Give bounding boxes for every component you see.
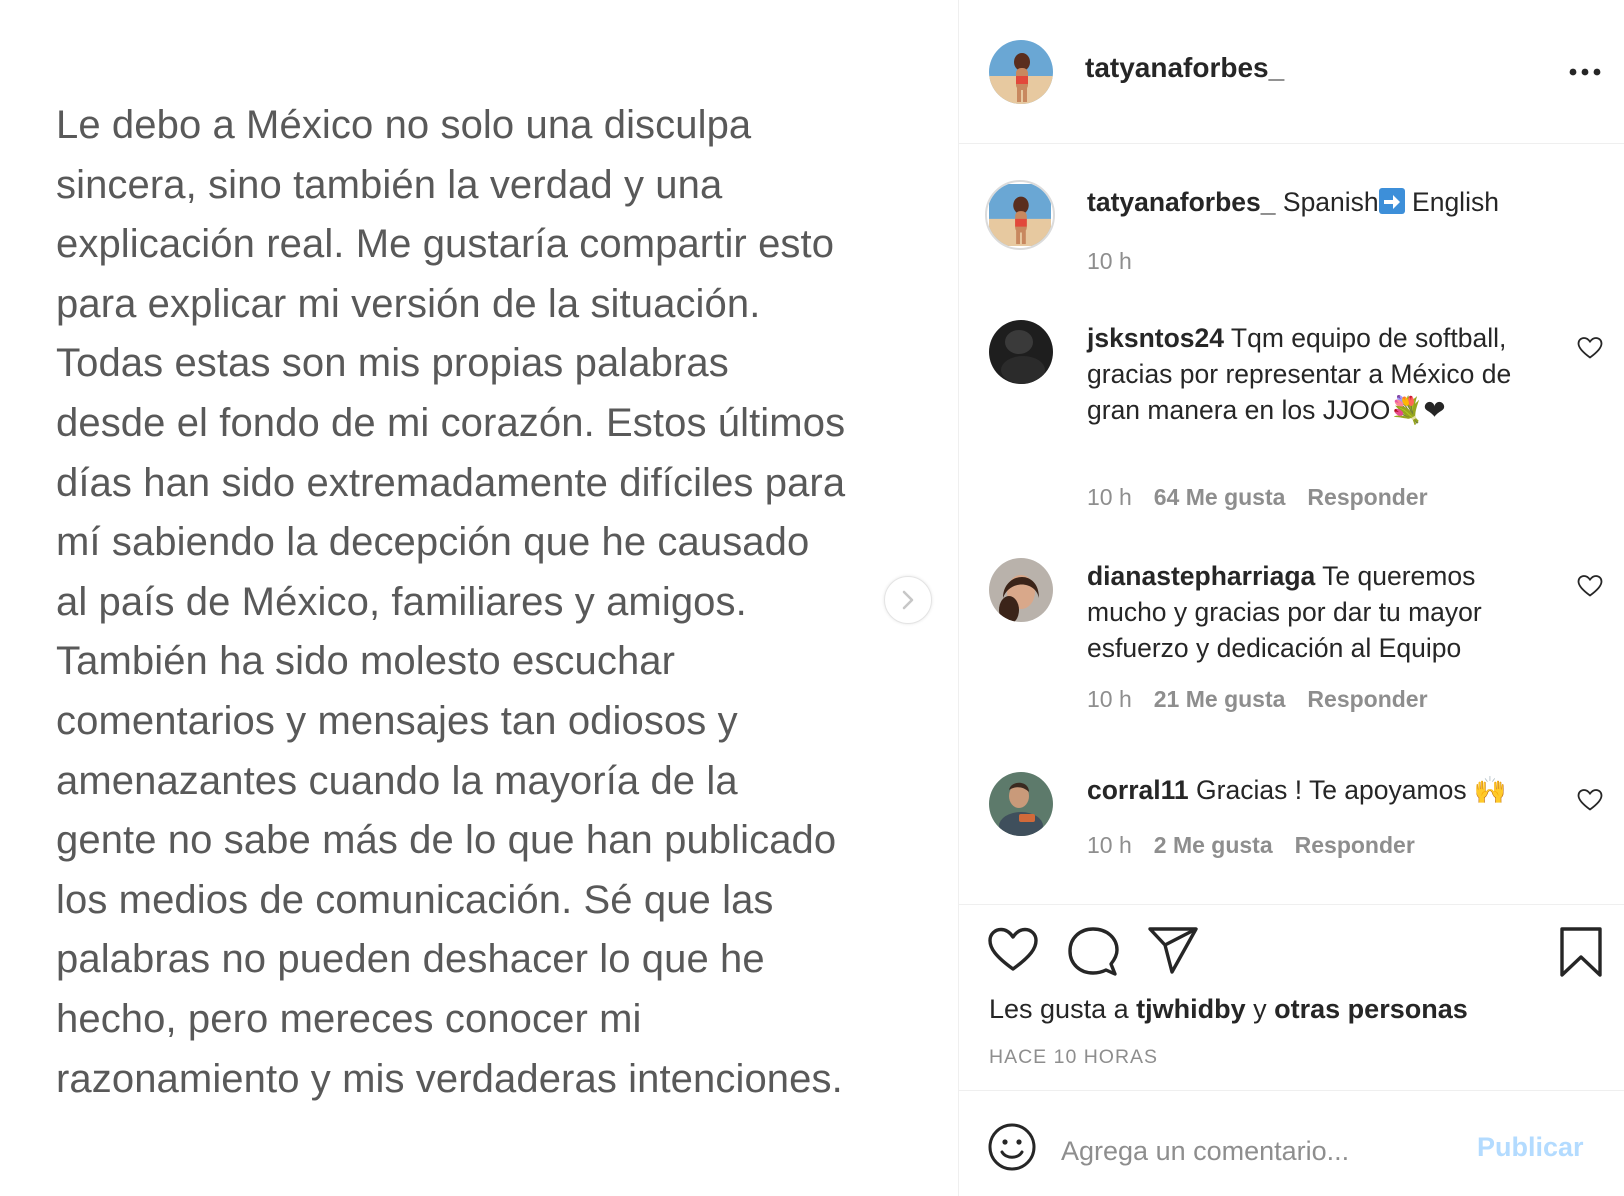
- post-text-line: Todas estas son mis propias palabras: [56, 341, 729, 386]
- comment-username[interactable]: corral11: [1087, 775, 1189, 805]
- comment-item: dianastepharriaga Te queremos mucho y gr…: [959, 558, 1624, 728]
- heart-icon: [1577, 337, 1603, 359]
- save-button[interactable]: [1559, 926, 1603, 983]
- liked-by-others[interactable]: otras personas: [1274, 994, 1468, 1024]
- post-text-line: gente no sabe más de lo que han publicad…: [56, 818, 837, 863]
- comment-username[interactable]: dianastepharriaga: [1087, 561, 1315, 591]
- comments-list[interactable]: tatyanaforbes_ Spanish English 10 h jsks…: [959, 144, 1624, 904]
- actions-divider: [959, 904, 1624, 905]
- post-text-line: También ha sido molesto escuchar: [56, 639, 676, 684]
- likes-joiner: y: [1253, 994, 1267, 1024]
- caption-meta: 10 h: [1087, 248, 1154, 275]
- caption-username[interactable]: tatyanaforbes_: [1087, 187, 1276, 217]
- post-side-panel: tatyanaforbes_ tatyanaforbes_ Spanish En…: [959, 0, 1624, 1196]
- comment-like-button[interactable]: [1577, 336, 1603, 365]
- comment-bubble-icon: [1068, 927, 1119, 976]
- comment-body: Gracias ! Te apoyamos 🙌: [1196, 775, 1507, 805]
- send-icon: [1148, 927, 1198, 974]
- more-horizontal-icon: [1569, 68, 1601, 76]
- liked-by-user[interactable]: tjwhidby: [1136, 994, 1246, 1024]
- caption-time[interactable]: 10 h: [1087, 248, 1132, 274]
- reply-button[interactable]: Responder: [1307, 686, 1427, 712]
- avatar[interactable]: [989, 40, 1053, 104]
- post-timestamp[interactable]: HACE 10 HORAS: [989, 1046, 1158, 1069]
- chevron-right-icon: [902, 590, 914, 610]
- comment-input[interactable]: [1059, 1126, 1423, 1176]
- comment-text: jsksntos24 Tqm equipo de softball, graci…: [1087, 320, 1547, 428]
- post-text-line: desde el fondo de mi corazón. Estos últi…: [56, 400, 846, 445]
- post-text-line: palabras no pueden deshacer lo que he: [56, 937, 765, 982]
- comment-time[interactable]: 10 h: [1087, 484, 1132, 510]
- emoji-button[interactable]: [987, 1122, 1037, 1177]
- post-text-line: amenazantes cuando la mayoría de la: [56, 758, 738, 803]
- caption-text-before: Spanish: [1282, 187, 1379, 217]
- comment-username[interactable]: jsksntos24: [1087, 323, 1224, 353]
- likes-prefix: Les gusta a: [989, 994, 1129, 1024]
- comment-likes[interactable]: 21 Me gusta: [1154, 686, 1286, 712]
- post-text-line: días han sido extremadamente difíciles p…: [56, 460, 846, 505]
- likes-summary: Les gusta a tjwhidby y otras personas: [989, 994, 1468, 1025]
- header-username[interactable]: tatyanaforbes_: [1085, 52, 1284, 84]
- smiley-icon: [988, 1123, 1036, 1171]
- right-arrow-emoji-icon: [1378, 188, 1405, 214]
- comment-meta: 10 h 2 Me gusta Responder: [1087, 832, 1437, 859]
- caption-text-after: English: [1412, 187, 1499, 217]
- comment-likes[interactable]: 2 Me gusta: [1154, 832, 1273, 858]
- comment-like-button[interactable]: [1577, 574, 1603, 603]
- next-image-button[interactable]: [884, 576, 932, 624]
- post-text-line: mí sabiendo la decepción que he causado: [56, 520, 810, 565]
- heart-icon: [988, 927, 1038, 971]
- caption: tatyanaforbes_ Spanish English 10 h: [959, 180, 1624, 290]
- post-text-line: Le debo a México no solo una disculpa: [56, 103, 752, 147]
- like-button[interactable]: [987, 926, 1039, 979]
- comment-item: corral11 Gracias ! Te apoyamos 🙌 10 h 2 M…: [959, 772, 1624, 882]
- avatar[interactable]: [989, 772, 1053, 836]
- post-text-line: sincera, sino también la verdad y una: [56, 162, 723, 207]
- reply-button[interactable]: Responder: [1307, 484, 1427, 510]
- post-text-line: los medios de comunicación. Sé que las: [56, 877, 774, 922]
- post-text: Le debo a México no solo una disculpa sin…: [56, 96, 916, 1109]
- caption-text: tatyanaforbes_ Spanish English: [1087, 184, 1607, 220]
- more-options-button[interactable]: [1559, 56, 1611, 88]
- bookmark-icon: [1560, 927, 1602, 977]
- post-text-line: al país de México, familiares y amigos.: [56, 579, 747, 624]
- post-text-line: para explicar mi versión de la situación…: [56, 281, 761, 326]
- avatar[interactable]: [985, 180, 1055, 250]
- comment-text: corral11 Gracias ! Te apoyamos 🙌: [1087, 772, 1557, 808]
- comment-time[interactable]: 10 h: [1087, 832, 1132, 858]
- comment-like-button[interactable]: [1577, 788, 1603, 817]
- comment-time[interactable]: 10 h: [1087, 686, 1132, 712]
- post-header: tatyanaforbes_: [959, 0, 1624, 144]
- share-button[interactable]: [1147, 926, 1199, 981]
- publish-button[interactable]: Publicar: [1477, 1132, 1584, 1163]
- add-comment-divider: [959, 1090, 1624, 1091]
- avatar[interactable]: [989, 320, 1053, 384]
- comment-item: jsksntos24 Tqm equipo de softball, graci…: [959, 320, 1624, 530]
- comment-likes[interactable]: 64 Me gusta: [1154, 484, 1286, 510]
- post-image: Le debo a México no solo una disculpa sin…: [0, 0, 958, 1196]
- comment-button[interactable]: [1067, 926, 1119, 983]
- heart-icon: [1577, 789, 1603, 811]
- post-text-line: explicación real. Me gustaría compartir …: [56, 222, 835, 267]
- post-text-line: comentarios y mensajes tan odiosos y: [56, 698, 738, 743]
- post-text-line: hecho, pero mereces conocer mi: [56, 996, 642, 1041]
- heart-icon: [1577, 575, 1603, 597]
- comment-meta: 10 h 21 Me gusta Responder: [1087, 686, 1450, 713]
- reply-button[interactable]: Responder: [1295, 832, 1415, 858]
- comment-text: dianastepharriaga Te queremos mucho y gr…: [1087, 558, 1547, 666]
- post-text-line: razonamiento y mis verdaderas intencione…: [56, 1056, 843, 1101]
- avatar[interactable]: [989, 558, 1053, 622]
- comment-meta: 10 h 64 Me gusta Responder: [1087, 484, 1450, 511]
